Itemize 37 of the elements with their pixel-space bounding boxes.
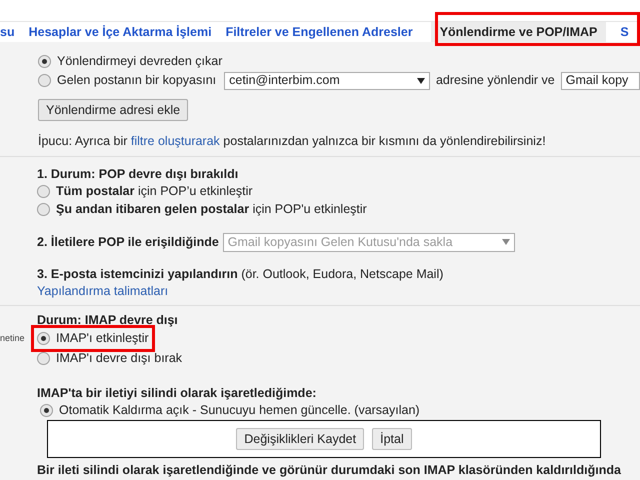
caret-icon — [416, 78, 425, 84]
settings-tab[interactable]: Filtreler ve Engellenen Adresler — [226, 22, 413, 42]
add-forwarding-button[interactable]: Yönlendirme adresi ekle — [38, 99, 188, 121]
radio-button[interactable] — [38, 74, 51, 87]
settings-tab[interactable]: S — [620, 22, 629, 42]
cancel-button[interactable]: İptal — [372, 428, 412, 450]
option-label: Otomatik Kaldırma açık - Sunucuyu hemen güncelle. (varsayılan) — [59, 402, 420, 419]
address-dropdown[interactable]: cetin@interbim.com — [224, 72, 430, 90]
expunge-heading: Bir ileti silindi olarak işaretlendiğinde ve görünür durumdaki son IMAP klasöründen kaldırıldığında — [36, 462, 622, 479]
imap-status-heading: Durum: IMAP devre dışı — [36, 313, 179, 328]
delete-heading: IMAP'ta bir iletiyi silindi olarak işaretlediğimde: — [36, 385, 318, 401]
option-label: Yönlendirmeyi devreden çıkar — [57, 53, 222, 70]
option-label: Gelen postanın bir kopyasını — [57, 72, 216, 90]
field-label: 2. İletilere POP ile erişildiğinde — [37, 234, 219, 251]
settings-tab[interactable]: su — [0, 22, 15, 42]
tip-text: İpucu: Ayrıca bir filtre oluşturarak postalarınızdan yalnızca bir kısmını da yönlendirebilirsiniz! — [38, 133, 547, 150]
save-button[interactable]: Değişiklikleri Kaydet — [236, 428, 364, 450]
option-label: Tüm postalar için POP’u etkinleştir — [56, 182, 253, 200]
option-label: IMAP'ı etkinleştir — [56, 330, 149, 348]
option-label: Şu andan itibaren gelen postalar için POP'u etkinleştir — [56, 200, 367, 218]
action-dropdown[interactable]: Gmail kopy — [560, 72, 640, 90]
radio-button[interactable] — [40, 404, 53, 416]
radio-button[interactable] — [37, 184, 50, 198]
radio-button[interactable] — [37, 332, 50, 345]
caret-icon — [502, 239, 510, 245]
instructions-link[interactable]: Yapılandırma talimatları — [37, 282, 640, 299]
radio-button[interactable] — [37, 202, 50, 216]
option-label: IMAP'ı devre dışı bırak — [56, 350, 182, 368]
settings-tab[interactable]: Hesaplar ve İçe Aktarma İşlemi — [28, 22, 212, 42]
client-heading: 3. E-posta istemcinizi yapılandırın (ör. Outlook, Eudora, Netscape Mail) — [37, 266, 444, 282]
pop-status-heading: 1. Durum: POP devre dışı bırakıldı — [37, 166, 240, 182]
settings-tab[interactable]: Yönlendirme ve POP/IMAP — [430, 22, 606, 42]
create-filter-link[interactable]: filtre oluşturarak — [130, 134, 220, 148]
radio-button[interactable] — [37, 352, 50, 365]
option-label: adresine yönlendir ve — [436, 72, 555, 90]
radio-button[interactable] — [38, 55, 51, 68]
side-label: netine — [0, 332, 25, 343]
